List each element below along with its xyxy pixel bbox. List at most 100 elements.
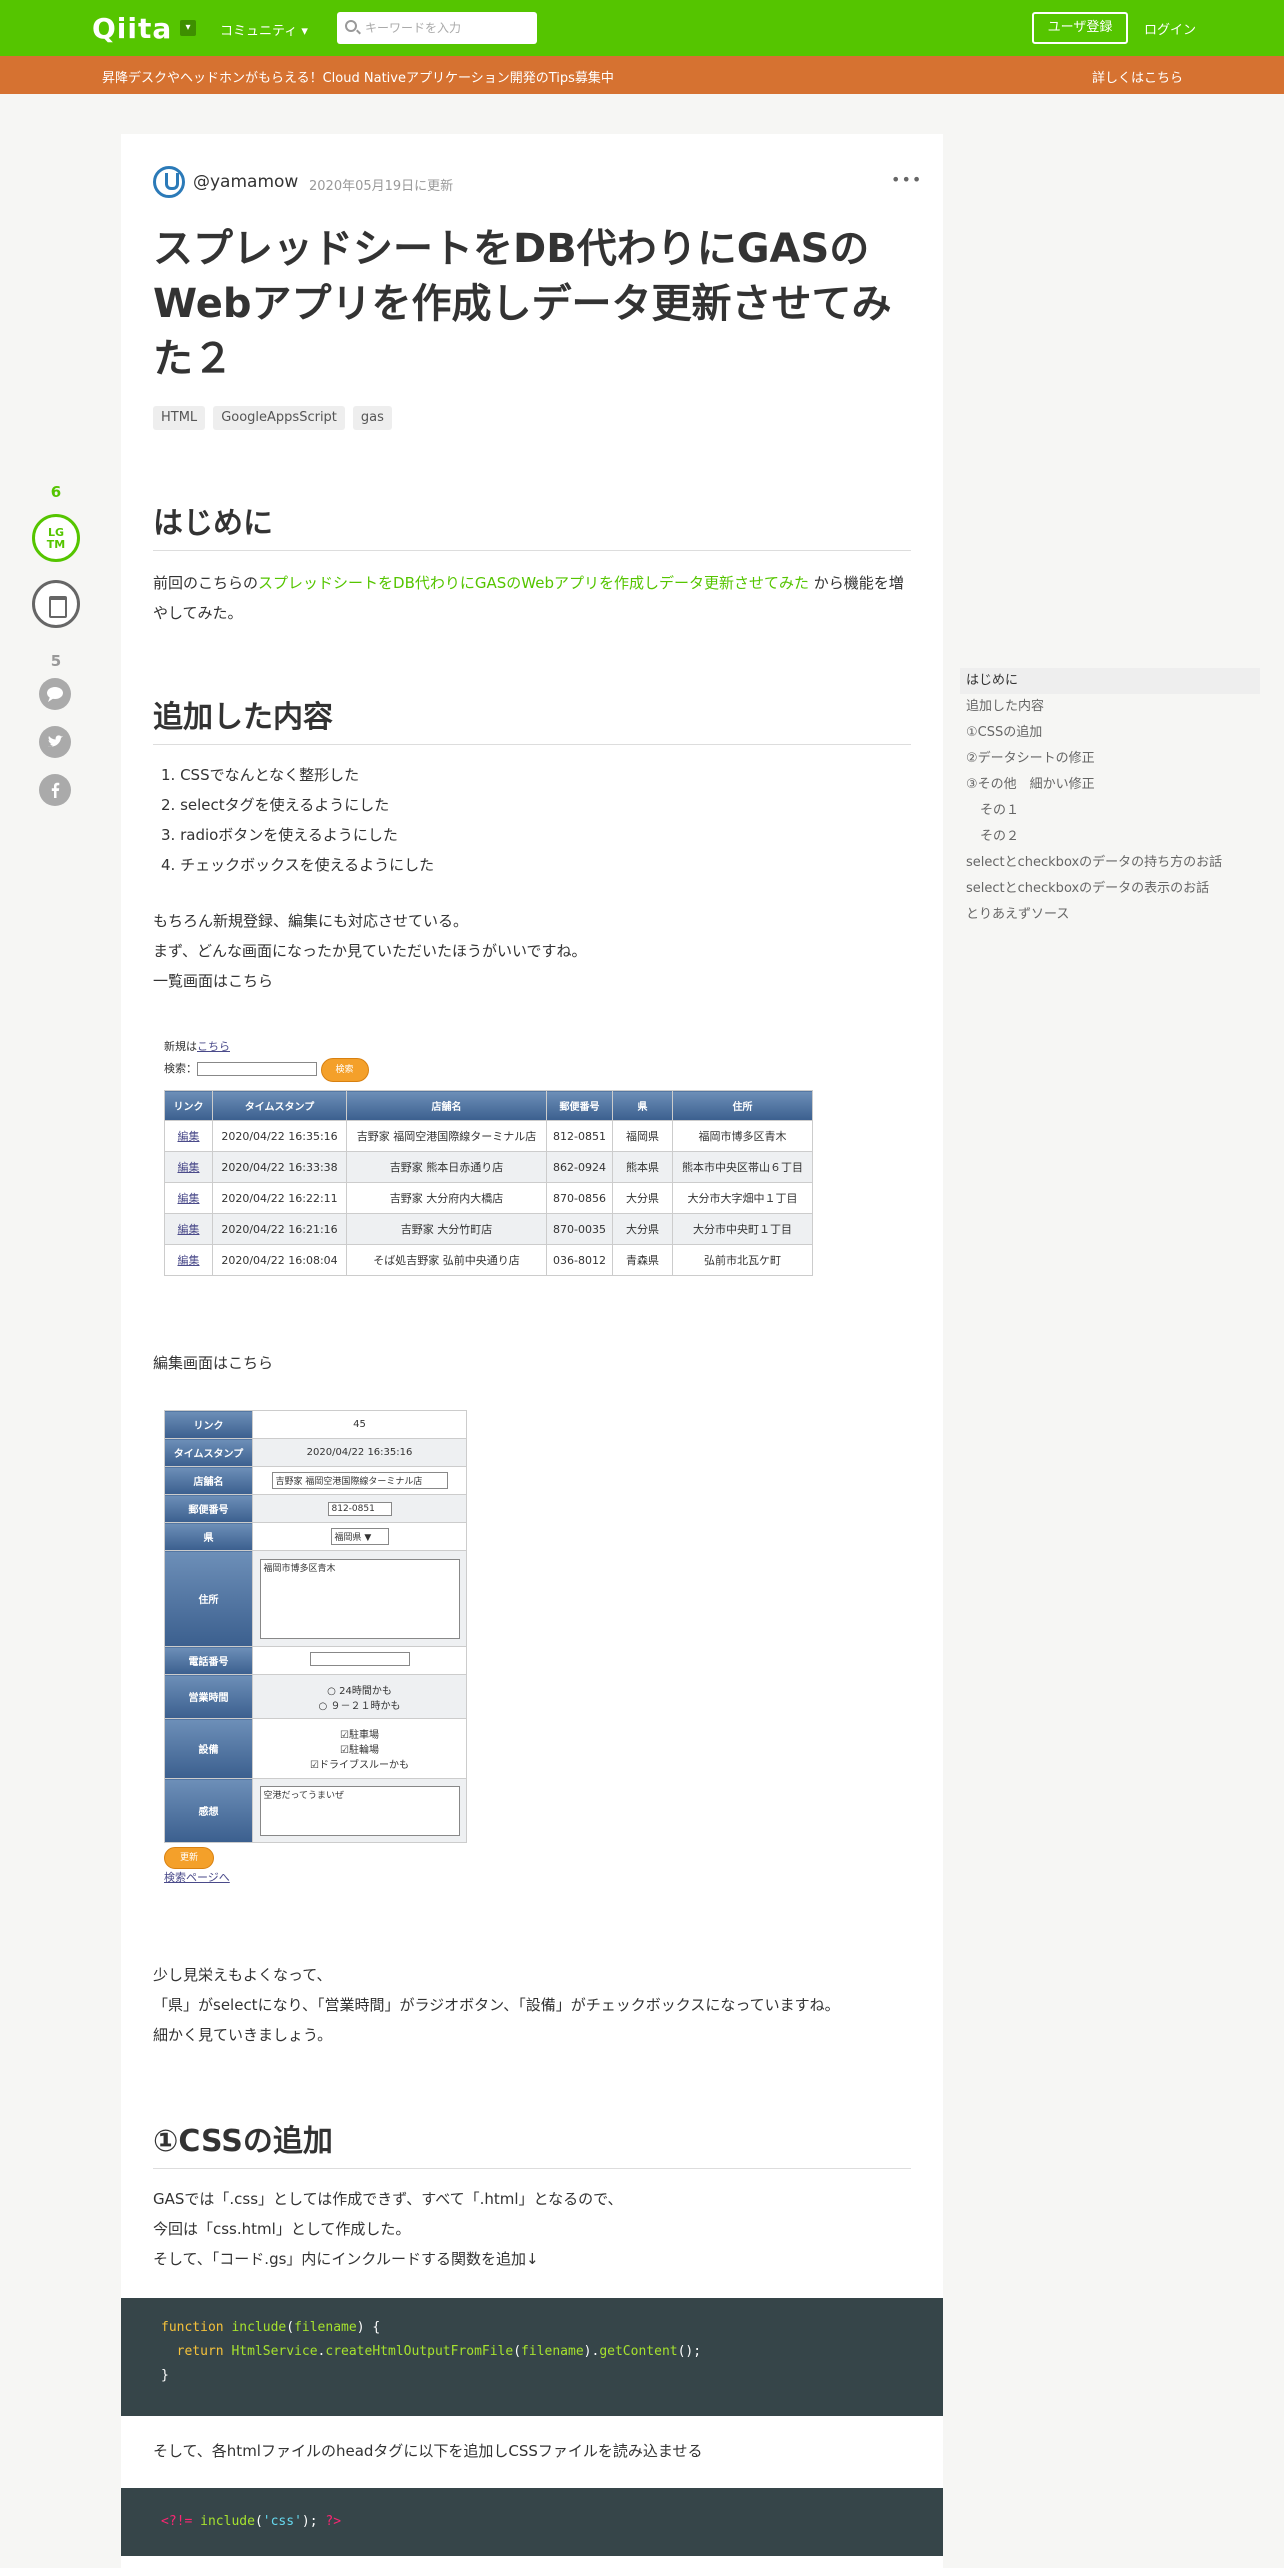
search-line: 検索： 検索 [164,1058,369,1082]
search-box [337,12,537,44]
table-row: 編集 2020/04/22 16:21:16 吉野家 大分竹町店 870-003… [164,1213,813,1245]
edit-link[interactable]: 編集 [178,1223,200,1236]
banner-text[interactable]: 昇降デスクやヘッドホンがもらえる！Cloud Nativeアプリケーション開発の… [102,67,614,86]
row-label: リンク [164,1410,253,1439]
text: 駐車場 [348,1730,379,1741]
search-icon [345,20,357,32]
radio-icon[interactable]: ○ [327,1686,336,1697]
toc-item[interactable]: その１ [960,798,1260,824]
paragraph: 少し見栄えもよくなって、 [153,1966,332,1984]
qiita-logo[interactable]: Qiita [92,12,172,45]
row-label: 郵便番号 [164,1494,253,1523]
edit-link[interactable]: 編集 [178,1192,200,1205]
edit-link[interactable]: 編集 [178,1130,200,1143]
heading-intro: はじめに [153,498,911,551]
edit-link[interactable]: 編集 [178,1161,200,1174]
cell: 036-8012 [546,1244,613,1276]
cell: そば処吉野家 弘前中央通り店 [346,1244,547,1276]
more-options-icon[interactable]: ••• [891,170,922,189]
stock-button[interactable] [32,580,80,628]
code-token: HtmlService [231,2344,318,2359]
twitter-icon[interactable] [39,726,71,758]
row-label: 電話番号 [164,1646,253,1675]
list-search-button[interactable]: 検索 [320,1058,369,1082]
text: 新規は [164,1040,197,1053]
facility-checkbox-group: ☑駐車場 ☑駐輪場 ☑ドライブスルーかも [252,1718,467,1779]
cell: 870-0856 [546,1182,613,1214]
toc-item[interactable]: とりあえずソース [960,902,1260,928]
edit-screen-image: リンク 45 タイムスタンプ 2020/04/22 16:35:16 店舗名 吉野家 … [164,1410,484,1900]
intro-paragraph: 前回のこちらのスプレッドシートをDB代わりにGASのWebアプリを作成しデータ更… [153,568,913,628]
checkbox-icon[interactable]: ☑ [310,1760,319,1771]
row-label: タイムスタンプ [164,1438,253,1467]
tag[interactable]: GoogleAppsScript [213,406,345,430]
comment-count: 5 [50,652,62,670]
list-item: 4. チェックボックスを使えるようにした [161,856,435,874]
code-block-include-call: <?!= include('css'); ?> [121,2488,943,2556]
toc-item[interactable]: selectとcheckboxのデータの持ち方のお話 [960,850,1260,876]
zip-input[interactable]: 812-0851 [327,1501,392,1516]
store-input[interactable]: 吉野家 福岡空港国際線ターミナル店 [271,1472,448,1489]
signup-button[interactable]: ユーザ登録 [1032,12,1128,44]
code-token: ?> [325,2514,342,2529]
list-table: リンク タイムスタンプ 店舗名 郵便番号 県 住所 編集 2020/04/22 … [164,1090,813,1276]
cell: 大分県 [612,1213,673,1245]
address-textarea[interactable]: 福岡市博多区青木 [259,1558,460,1639]
checkbox-icon[interactable]: ☑ [340,1745,349,1756]
search-input[interactable] [365,18,530,38]
code-token: include [231,2320,287,2335]
author-name[interactable]: @yamamow [193,172,298,192]
text: 検索： [164,1062,197,1075]
previous-article-link[interactable]: スプレッドシートをDB代わりにGASのWebアプリを作成しデータ更新させてみた [258,574,809,592]
code-token: return [176,2344,224,2359]
cell: 2020/04/22 16:35:16 [212,1120,347,1152]
tag[interactable]: HTML [153,406,206,430]
cell: 熊本市中央区帯山６丁目 [672,1151,813,1183]
toc-item[interactable]: selectとcheckboxのデータの表示のお話 [960,876,1260,902]
toc-item[interactable]: はじめに [960,668,1260,694]
new-line: 新規はこちら [164,1038,230,1054]
list-search-input[interactable] [197,1062,317,1076]
promo-banner: 昇降デスクやヘッドホンがもらえる！Cloud Nativeアプリケーション開発の… [0,56,1284,94]
paragraph: そして、各htmlファイルのheadタグに以下を追加しCSSファイルを読み込ませ… [153,2442,703,2460]
comment-icon[interactable] [39,678,71,710]
cell: 大分市中央町１丁目 [672,1213,813,1245]
cell: 大分県 [612,1182,673,1214]
cell: 青森県 [612,1244,673,1276]
col-header: リンク [164,1090,213,1121]
search-page-link[interactable]: 検索ページへ [164,1871,230,1884]
radio-icon[interactable]: ○ [319,1701,328,1712]
edit-link[interactable]: 編集 [178,1254,200,1267]
toc-item[interactable]: 追加した内容 [960,694,1260,720]
impression-textarea[interactable]: 空港だってうまいぜ [259,1785,460,1836]
toc-item[interactable]: ②データシートの修正 [960,746,1260,772]
lgtm-button[interactable]: LG TM [32,514,80,562]
facebook-icon[interactable] [39,774,71,806]
code-token: 'css' [262,2514,302,2529]
cell: 2020/04/22 16:08:04 [212,1244,347,1276]
pref-select[interactable]: 福岡県 ▼ [330,1528,389,1545]
updated-date: 2020年05月19日に更新 [309,179,454,194]
update-button[interactable]: 更新 [164,1847,214,1869]
checkbox-icon[interactable]: ☑ [340,1730,349,1741]
article-card: @yamamow 2020年05月19日に更新 ••• スプレッドシートをDB代… [121,134,943,2568]
paragraph: 「県」がselectになり、「営業時間」がラジオボタン、「設備」がチェックボック… [153,1996,840,2014]
row-label: 店舗名 [164,1466,253,1495]
cell: 福岡県 [612,1120,673,1152]
table-row: 編集 2020/04/22 16:08:04 そば処吉野家 弘前中央通り店 03… [164,1244,813,1276]
row-label: 住所 [164,1550,253,1647]
banner-link[interactable]: 詳しくはこちら [1092,67,1183,86]
login-link[interactable]: ログイン [1144,19,1196,38]
tag[interactable]: gas [352,406,392,430]
phone-input[interactable] [309,1652,410,1666]
author-avatar[interactable] [153,166,185,198]
cell: 弘前市北瓦ケ町 [672,1244,813,1276]
toc-item[interactable]: ①CSSの追加 [960,720,1260,746]
cell: 2020/04/22 16:33:38 [212,1151,347,1183]
cell: 862-0924 [546,1151,613,1183]
new-link[interactable]: こちら [197,1040,230,1053]
community-menu[interactable]: コミュニティ ▾ [220,20,308,39]
toc-item[interactable]: その２ [960,824,1260,850]
toc-item[interactable]: ③その他 細かい修正 [960,772,1260,798]
logo-dropdown-icon[interactable]: ▾ [180,20,196,36]
